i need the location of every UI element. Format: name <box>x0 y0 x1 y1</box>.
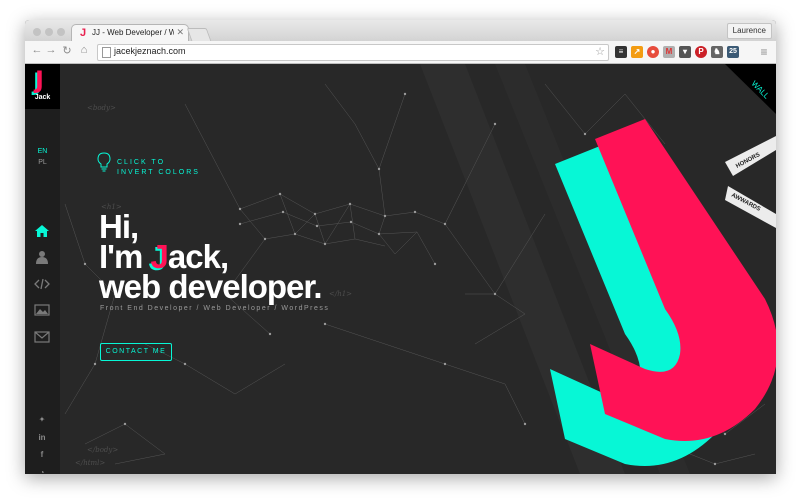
body-open-tag: <body> <box>87 104 116 112</box>
invert-line-1: CLICK TO <box>117 159 166 166</box>
logo-name: Jack <box>34 94 51 101</box>
sidebar: J Jack EN PL ✦ in f ◔ <box>25 64 60 474</box>
close-window-button[interactable] <box>33 28 41 36</box>
hero-subtitle: Front End Developer / Web Developer / Wo… <box>100 305 330 312</box>
html-close-tag: </html> <box>75 459 106 467</box>
close-tab-icon[interactable]: ✕ <box>176 27 184 38</box>
contact-button[interactable]: CONTACT ME <box>100 343 172 361</box>
logo[interactable]: J Jack <box>25 64 60 109</box>
h1-close-tag: </h1> <box>329 290 353 298</box>
pinterest-extension-icon[interactable]: P <box>695 46 707 58</box>
profile-button[interactable]: Laurence <box>726 23 772 39</box>
page-icon <box>102 47 111 58</box>
facebook-icon[interactable]: f <box>37 450 47 460</box>
browser-tab[interactable]: J JJ - Web Developer / Wordp ✕ <box>71 24 189 42</box>
tab-strip: J JJ - Web Developer / Wordp ✕ Laurence <box>25 20 776 42</box>
browser-window: J JJ - Web Developer / Wordp ✕ Laurence … <box>25 20 776 474</box>
image-icon[interactable] <box>34 303 50 317</box>
bookmark-star-icon[interactable]: ☆ <box>595 45 605 58</box>
body-close-tag: </body> <box>87 446 119 454</box>
address-bar[interactable]: jacekjeznach.com ☆ <box>97 44 609 61</box>
minimize-window-button[interactable] <box>45 28 53 36</box>
lightbulb-icon[interactable] <box>97 152 111 172</box>
new-tab-button[interactable] <box>186 28 212 41</box>
tab-title: JJ - Web Developer / Wordp <box>92 28 174 37</box>
hero-role: web developer. <box>99 268 323 305</box>
calendar-extension-icon[interactable]: 25 <box>727 46 739 58</box>
mail-icon[interactable] <box>34 330 50 344</box>
home-icon[interactable] <box>34 224 50 238</box>
evernote-extension-icon[interactable]: ♞ <box>711 46 723 58</box>
user-icon[interactable] <box>34 250 50 264</box>
invert-line-2: INVERT COLORS <box>117 169 200 176</box>
zoom-window-button[interactable] <box>57 28 65 36</box>
invert-colors-button[interactable]: CLICK TO INVERT COLORS <box>117 158 217 178</box>
twitter-icon[interactable]: ✦ <box>37 415 47 425</box>
adblock-extension-icon[interactable]: ● <box>647 46 659 58</box>
buffer-extension-icon[interactable]: ≡ <box>615 46 627 58</box>
menu-icon[interactable]: ≡ <box>758 45 770 59</box>
website: WALL HONORS AWWARDS J Jack EN PL ✦ in f … <box>25 64 776 474</box>
back-arrow-icon[interactable]: ← <box>31 44 43 56</box>
lang-pl[interactable]: PL <box>25 159 60 166</box>
pocket-extension-icon[interactable]: ▾ <box>679 46 691 58</box>
code-icon[interactable] <box>34 277 50 291</box>
reload-icon[interactable]: ↻ <box>61 44 73 57</box>
linkedin-icon[interactable]: in <box>37 433 47 443</box>
home-button-icon[interactable]: ⌂ <box>78 44 90 56</box>
gmail-extension-icon[interactable]: M <box>663 46 675 58</box>
tab-favicon-icon: J <box>80 27 87 39</box>
hero-heading: Hi, I'm Jack, web developer. <box>99 210 323 305</box>
analytics-extension-icon[interactable]: ↗ <box>631 46 643 58</box>
forward-arrow-icon[interactable]: → <box>45 44 57 56</box>
browser-toolbar: ← → ↻ ⌂ jacekjeznach.com ☆ ≡ ↗ ● M ▾ P ♞… <box>25 41 776 64</box>
logo-letter: J <box>35 66 44 94</box>
url-text[interactable]: jacekjeznach.com <box>114 46 186 56</box>
rss-icon[interactable]: ◔ <box>37 468 47 474</box>
lang-en[interactable]: EN <box>25 148 60 155</box>
